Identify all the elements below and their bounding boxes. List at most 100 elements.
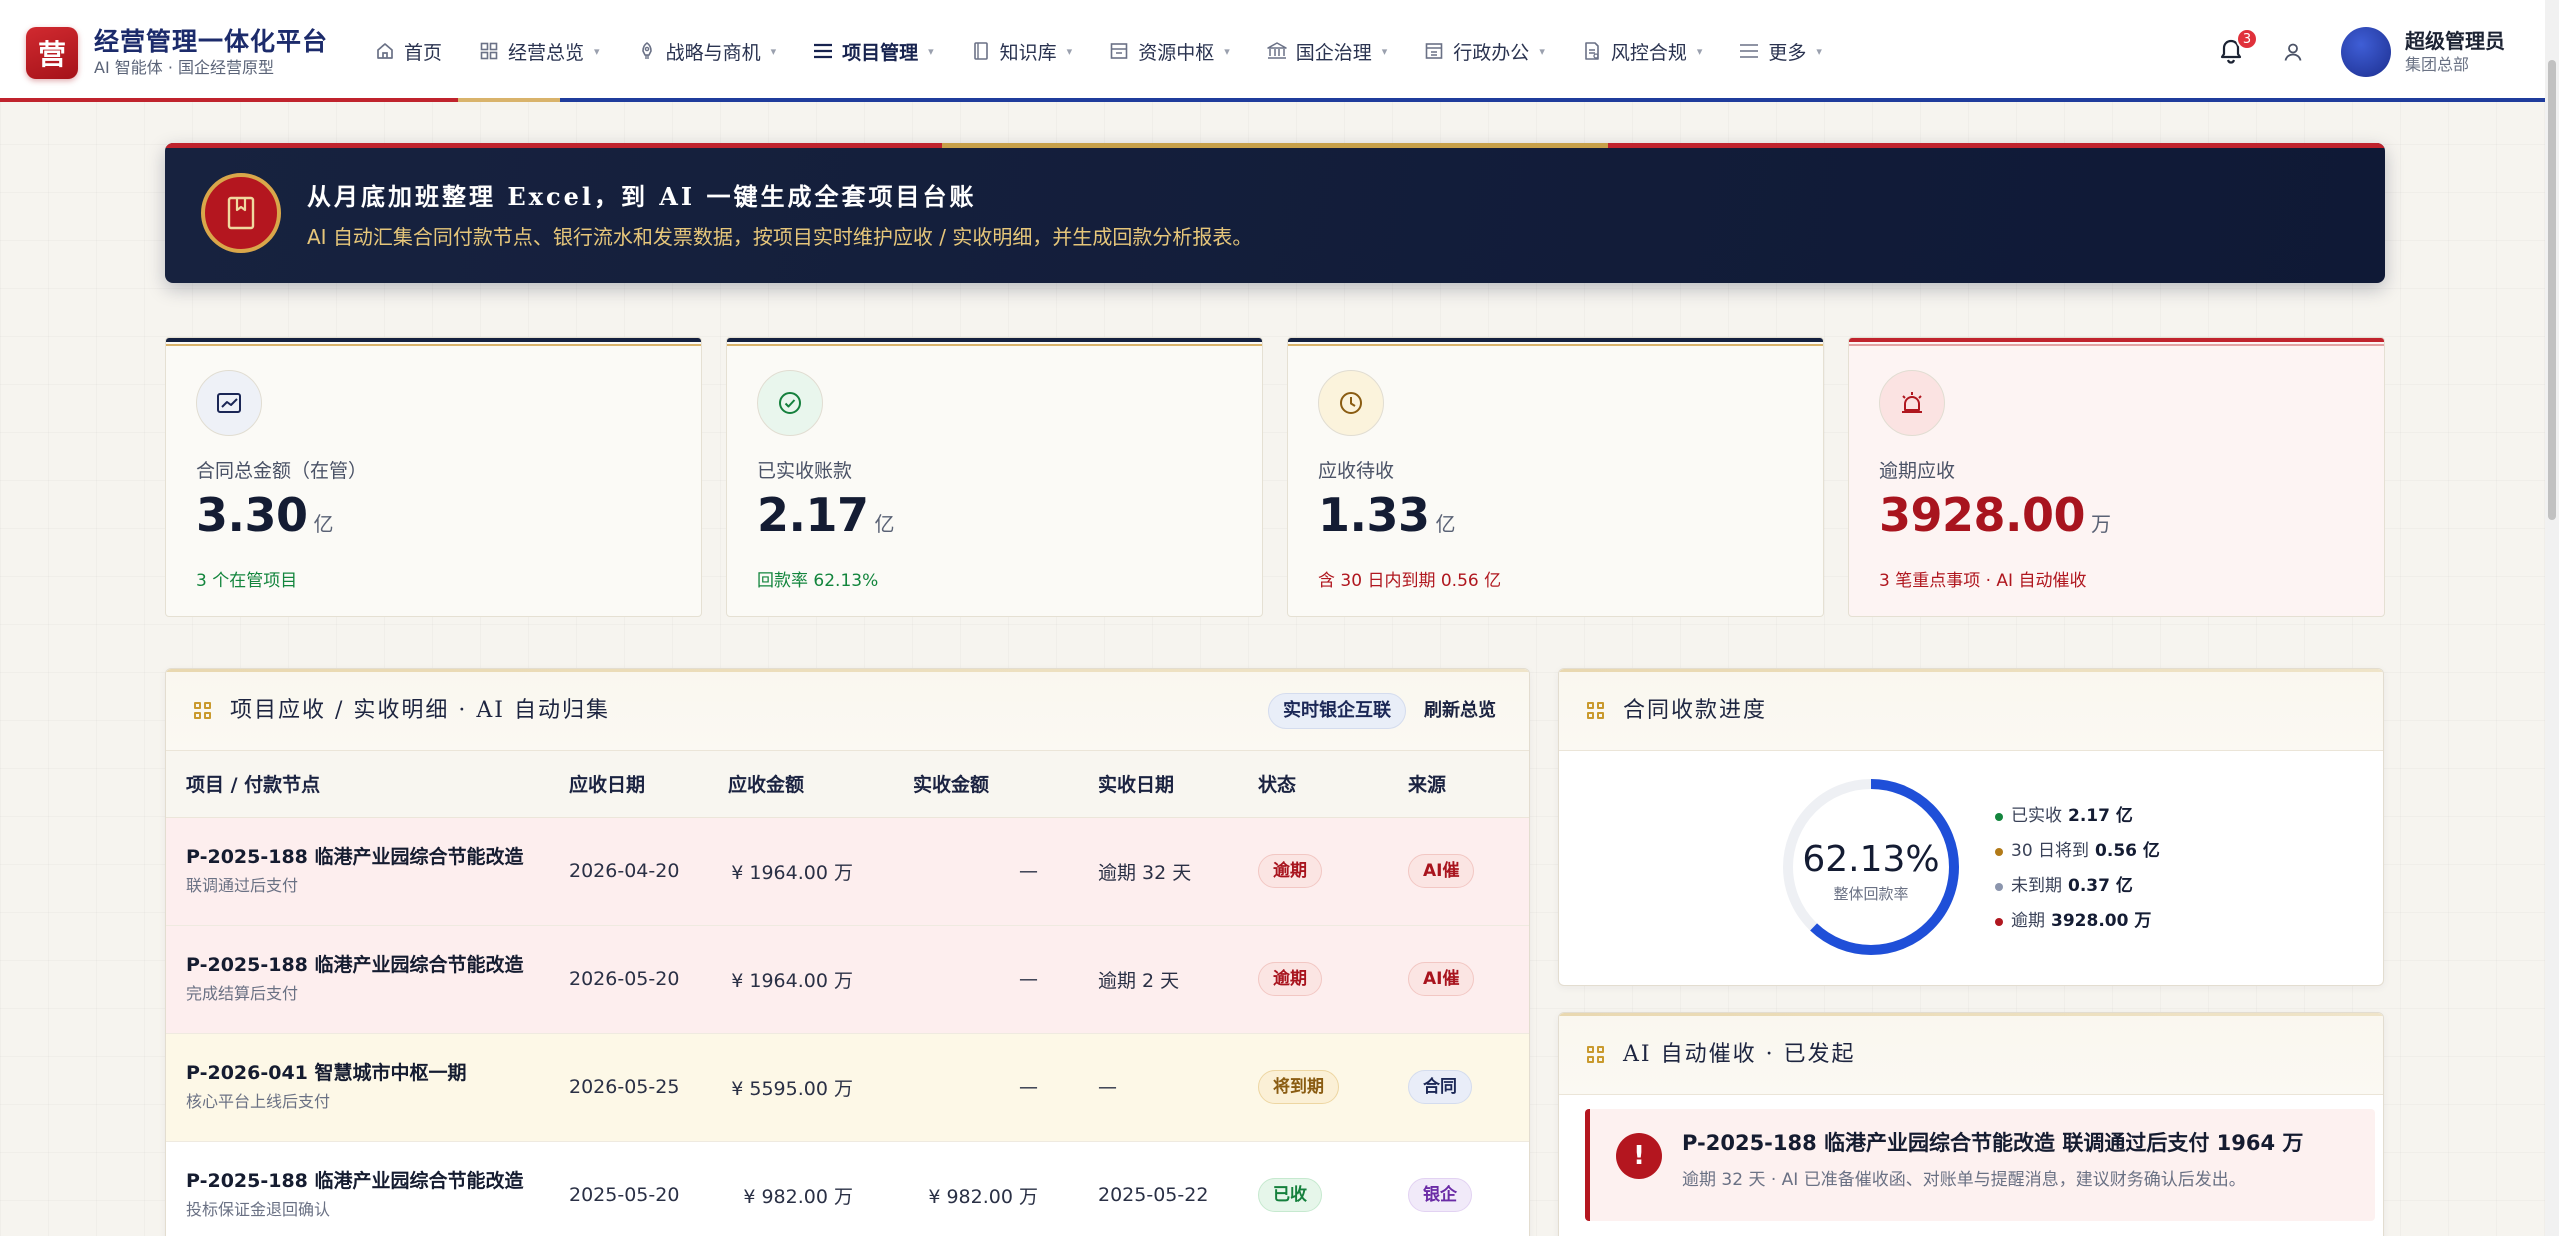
legend-item: 30 日将到 0.56 亿 (1995, 834, 2160, 869)
stat-number: 3928.00 (1879, 488, 2086, 542)
source-badge[interactable]: 合同 (1408, 1070, 1472, 1104)
stat-note: 回款率 62.13% (757, 571, 879, 591)
legend-value: 2.17 亿 (2068, 806, 2133, 826)
nav-item-9[interactable]: 更多 ▾ (1720, 0, 1840, 102)
project-cell: P-2025-188 临港产业园综合节能改造 完成结算后支付 (166, 925, 549, 1034)
column-header[interactable]: 应收金额 (708, 751, 893, 818)
ai-collection-panel-header: AI 自动催收 · 已发起 (1559, 1013, 2383, 1095)
receivables-panel-header: 项目应收 / 实收明细 · AI 自动归集 实时银企互联 刷新总览 (166, 669, 1529, 751)
receivables-panel: 项目应收 / 实收明细 · AI 自动归集 实时银企互联 刷新总览 项目 / 付… (165, 668, 1530, 1236)
paid-date: — (1078, 1033, 1238, 1142)
notification-bell-icon[interactable]: 3 (2211, 28, 2258, 72)
nav-item-7[interactable]: 行政办公 ▾ (1405, 0, 1563, 102)
status-cell: 逾期 (1238, 817, 1388, 926)
source-badge[interactable]: AI催 (1408, 854, 1475, 888)
nav-item-2[interactable]: 战略与商机 ▾ (618, 0, 795, 102)
column-header[interactable]: 实收日期 (1078, 751, 1238, 818)
table-row[interactable]: P-2026-041 智慧城市中枢一期 核心平台上线后支付 2026-05-25 ¥ … (166, 1033, 1529, 1142)
due-amount: ¥ 5595.00 万 (708, 1033, 893, 1142)
page-scrollbar[interactable] (2545, 0, 2559, 1236)
alert-icon: ! (1616, 1133, 1662, 1179)
nav-item-3[interactable]: 项目管理 ▾ (794, 0, 952, 102)
source-badge[interactable]: AI催 (1408, 962, 1475, 996)
nav-item-label: 风控合规 (1610, 41, 1687, 64)
progress-legend: 已实收 2.17 亿 30 日将到 0.56 亿未到期 0.37 亿逾期 3928.00 … (1995, 799, 2160, 939)
user-icon[interactable] (2273, 32, 2313, 72)
rocket-icon (636, 40, 658, 62)
brand[interactable]: 营 经营管理一体化平台 AI 智能体 · 国企经营原型 (26, 26, 328, 80)
scrollbar-thumb[interactable] (2548, 60, 2556, 520)
office-icon (1423, 40, 1445, 62)
avatar[interactable] (2341, 27, 2391, 77)
status-badge: 将到期 (1258, 1070, 1339, 1104)
status-cell: 已收 (1238, 1141, 1388, 1236)
project-name[interactable]: P-2025-188 临港产业园综合节能改造 (186, 1168, 549, 1194)
progress-panel-title: 合同收款进度 (1623, 698, 1768, 723)
chevron-down-icon: ▾ (1816, 44, 1822, 58)
project-name[interactable]: P-2026-041 智慧城市中枢一期 (186, 1060, 549, 1086)
project-cell: P-2026-041 智慧城市中枢一期 核心平台上线后支付 (166, 1033, 549, 1142)
column-header[interactable]: 状态 (1238, 751, 1388, 818)
ai-collection-panel-title: AI 自动催收 · 已发起 (1623, 1042, 1856, 1067)
menu-icon (1738, 40, 1760, 62)
table-row[interactable]: P-2025-188 临港产业园综合节能改造 投标保证金退回确认 2025-05-2… (166, 1141, 1529, 1236)
nav-item-8[interactable]: 风控合规 ▾ (1563, 0, 1721, 102)
chevron-down-icon: ▾ (1224, 44, 1230, 58)
source-cell: 银企 (1388, 1141, 1529, 1236)
table-row[interactable]: P-2025-188 临港产业园综合节能改造 完成结算后支付 2026-05-20 ¥… (166, 925, 1529, 1034)
shield-doc-icon (1581, 40, 1603, 62)
due-amount: ¥ 1964.00 万 (708, 817, 893, 926)
book-icon (970, 40, 992, 62)
topbar-accent-line (0, 98, 2545, 102)
column-header[interactable]: 实收金额 (893, 751, 1078, 818)
project-name[interactable]: P-2025-188 临港产业园综合节能改造 (186, 844, 549, 870)
stat-number: 2.17 (757, 488, 869, 542)
chevron-down-icon: ▾ (1539, 44, 1545, 58)
chevron-down-icon: ▾ (1696, 44, 1703, 58)
chevron-down-icon: ▾ (770, 44, 777, 58)
stat-card-2[interactable]: 应收待收 1.33 亿含 30 日内到期 0.56 亿 (1287, 337, 1824, 617)
stat-value: 1.33 亿 (1318, 488, 1455, 542)
nav-item-4[interactable]: 知识库 ▾ (952, 0, 1091, 102)
legend-value: 0.37 亿 (2068, 876, 2133, 896)
stat-card-3[interactable]: 逾期应收 3928.00 万 3 笔重点事项 · AI 自动催收 (1848, 337, 2385, 617)
stat-card-0[interactable]: 合同总金额（在管） 3.30 亿 3 个在管项目 (165, 337, 702, 617)
source-cell: 合同 (1388, 1033, 1529, 1142)
nav-item-6[interactable]: 国企治理 ▾ (1248, 0, 1406, 102)
nav-item-5[interactable]: 资源中枢 ▾ (1090, 0, 1248, 102)
stat-value: 3.30 亿 (196, 488, 333, 542)
check-circle-icon (757, 370, 823, 436)
status-badge: 已收 (1258, 1178, 1322, 1212)
progress-panel-header: 合同收款进度 (1559, 669, 2383, 751)
receivables-panel-title: 项目应收 / 实收明细 · AI 自动归集 (230, 698, 610, 723)
nav-item-0[interactable]: 首页 (356, 0, 460, 102)
legend-label: 30 日将到 (2011, 841, 2090, 861)
table-row[interactable]: P-2025-188 临港产业园综合节能改造联调通过后支付 2026-04-20 ¥… (166, 817, 1529, 926)
due-date: 2026-04-20 (549, 817, 708, 926)
nav-item-label: 经营总览 (508, 41, 585, 64)
receivables-table: 项目 / 付款节点 应收日期 应收金额 实收金额 实收日期 状态 来源 P-2025-188… (166, 751, 1529, 1236)
source-badge[interactable]: 银企 (1408, 1178, 1472, 1212)
chart-icon (196, 370, 262, 436)
nav-item-1[interactable]: 经营总览 ▾ (460, 0, 618, 102)
collection-alert-card[interactable]: ! P-2025-188 临港产业园综合节能改造 联调通过后支付 1964 万 … (1585, 1109, 2375, 1221)
legend-dot (1995, 812, 2003, 821)
legend-dot (1995, 882, 2003, 891)
grid-icon (1587, 702, 1605, 720)
source-cell: AI催 (1388, 817, 1529, 926)
hero-banner: 从月底加班整理 Excel，到 AI 一键生成全套项目台账 AI 自动汇集合同付… (165, 143, 2385, 283)
column-header[interactable]: 应收日期 (549, 751, 708, 818)
stat-card-1[interactable]: 已实收账款 2.17 亿回款率 62.13% (726, 337, 1263, 617)
legend-value: 0.56 亿 (2095, 841, 2160, 861)
user-name[interactable]: 超级管理员 (2405, 28, 2505, 54)
nav-item-label: 知识库 (999, 41, 1057, 64)
project-name[interactable]: P-2025-188 临港产业园综合节能改造 (186, 952, 549, 978)
refresh-overview-button[interactable]: 刷新总览 (1424, 693, 1496, 729)
column-header[interactable]: 项目 / 付款节点 (166, 751, 549, 818)
payment-node: 联调通过后支付 (186, 876, 299, 895)
column-header[interactable]: 来源 (1388, 751, 1529, 818)
collection-progress-panel: 合同收款进度 62.13% 整体回款率 已实收 2.17 亿 30 日将到 0.56 … (1558, 668, 2384, 986)
nav-item-label: 项目管理 (842, 41, 919, 64)
chevron-down-icon: ▾ (1066, 44, 1073, 58)
bank-link-button[interactable]: 实时银企互联 (1268, 693, 1406, 729)
